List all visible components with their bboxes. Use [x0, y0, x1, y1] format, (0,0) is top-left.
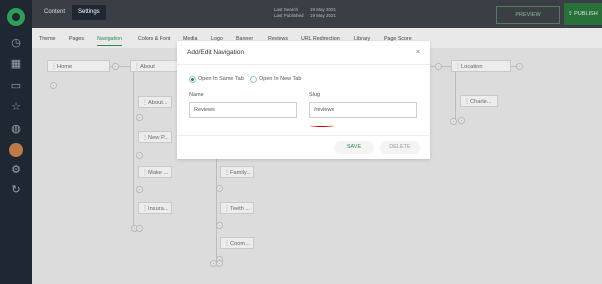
radio-same-tab-label: Open In Same Tab: [198, 76, 244, 82]
add-child-icon[interactable]: +: [136, 186, 143, 193]
tab-navigation[interactable]: Navigation: [97, 36, 123, 46]
slug-field[interactable]: /reviews: [309, 102, 417, 118]
slug-label: Slug: [309, 92, 321, 98]
add-child-icon[interactable]: +: [136, 225, 143, 232]
tab-colors-font[interactable]: Colors & Font: [138, 36, 170, 42]
add-child-icon[interactable]: +: [216, 185, 223, 192]
sidebar: ◷ ▦ ▭ ☆ ◍ ⚙ ↻: [0, 0, 32, 284]
radio-new-tab-label: Open In New Tab: [259, 76, 302, 82]
save-button[interactable]: SAVE: [334, 141, 374, 154]
gear-icon[interactable]: ⚙: [9, 163, 23, 177]
app-logo: [7, 8, 25, 26]
nav-node-teeth[interactable]: Teeth ...: [220, 202, 254, 215]
nav-node-home[interactable]: Home: [47, 60, 110, 73]
add-child-icon[interactable]: +: [136, 152, 143, 159]
globe-icon[interactable]: ◍: [9, 122, 23, 136]
star-icon[interactable]: ☆: [9, 100, 23, 114]
publish-button[interactable]: ⇪ PUBLISH: [564, 3, 602, 25]
nav-node-make[interactable]: Make ...: [138, 166, 172, 179]
tab-pages[interactable]: Pages: [69, 36, 84, 42]
modal-footer-divider: [177, 135, 430, 136]
nav-node-charle[interactable]: Charle...: [460, 95, 498, 108]
add-child-icon[interactable]: +: [458, 117, 465, 124]
modal-divider: [177, 64, 430, 65]
add-node-icon[interactable]: +: [516, 63, 523, 70]
last-published-value: 19 May 2021: [310, 13, 337, 18]
name-label: Name: [189, 92, 204, 98]
nav-node-location[interactable]: Location: [451, 60, 511, 73]
modal-title: Add/Edit Navigation: [187, 49, 245, 56]
delete-button[interactable]: DELETE: [380, 141, 420, 154]
nav-node-about-child[interactable]: About...: [138, 96, 172, 109]
add-edit-navigation-modal: Add/Edit Navigation × Open In Same Tab O…: [177, 41, 430, 159]
add-node-icon[interactable]: +: [112, 63, 119, 70]
settings-tab-button[interactable]: Settings: [72, 5, 106, 20]
name-field[interactable]: Reviews: [189, 102, 297, 118]
last-published-label: Last Published: [274, 13, 304, 18]
add-child-icon[interactable]: +: [136, 114, 143, 121]
tree-line: [133, 72, 134, 232]
add-child-icon[interactable]: +: [216, 222, 223, 229]
nav-node-family[interactable]: Family...: [220, 166, 254, 179]
refresh-icon[interactable]: ↻: [9, 183, 23, 197]
add-child-icon[interactable]: +: [450, 118, 457, 125]
tab-theme[interactable]: Theme: [39, 36, 56, 42]
add-child-icon[interactable]: +: [216, 260, 223, 267]
radio-new-tab[interactable]: [250, 76, 257, 83]
calendar-icon[interactable]: ▦: [9, 57, 23, 71]
nav-node-new-p[interactable]: New P...: [138, 131, 172, 144]
tree-line: [455, 72, 456, 122]
preview-button[interactable]: PREVIEW: [496, 6, 560, 24]
add-child-icon[interactable]: +: [50, 82, 57, 89]
add-node-icon[interactable]: +: [435, 63, 442, 70]
publish-label: PUBLISH: [574, 11, 598, 17]
nav-node-coom[interactable]: Coom...: [220, 237, 254, 250]
annotation-underline: [310, 124, 334, 127]
monitor-icon[interactable]: ▭: [9, 79, 23, 93]
content-tab-button[interactable]: Content: [38, 5, 71, 20]
close-icon[interactable]: ×: [416, 49, 420, 56]
nav-node-insura[interactable]: Insura...: [138, 202, 172, 215]
clock-icon[interactable]: ◷: [9, 36, 23, 50]
radio-same-tab[interactable]: [189, 76, 196, 83]
tree-line: [216, 158, 217, 264]
avatar-icon[interactable]: [9, 143, 23, 157]
